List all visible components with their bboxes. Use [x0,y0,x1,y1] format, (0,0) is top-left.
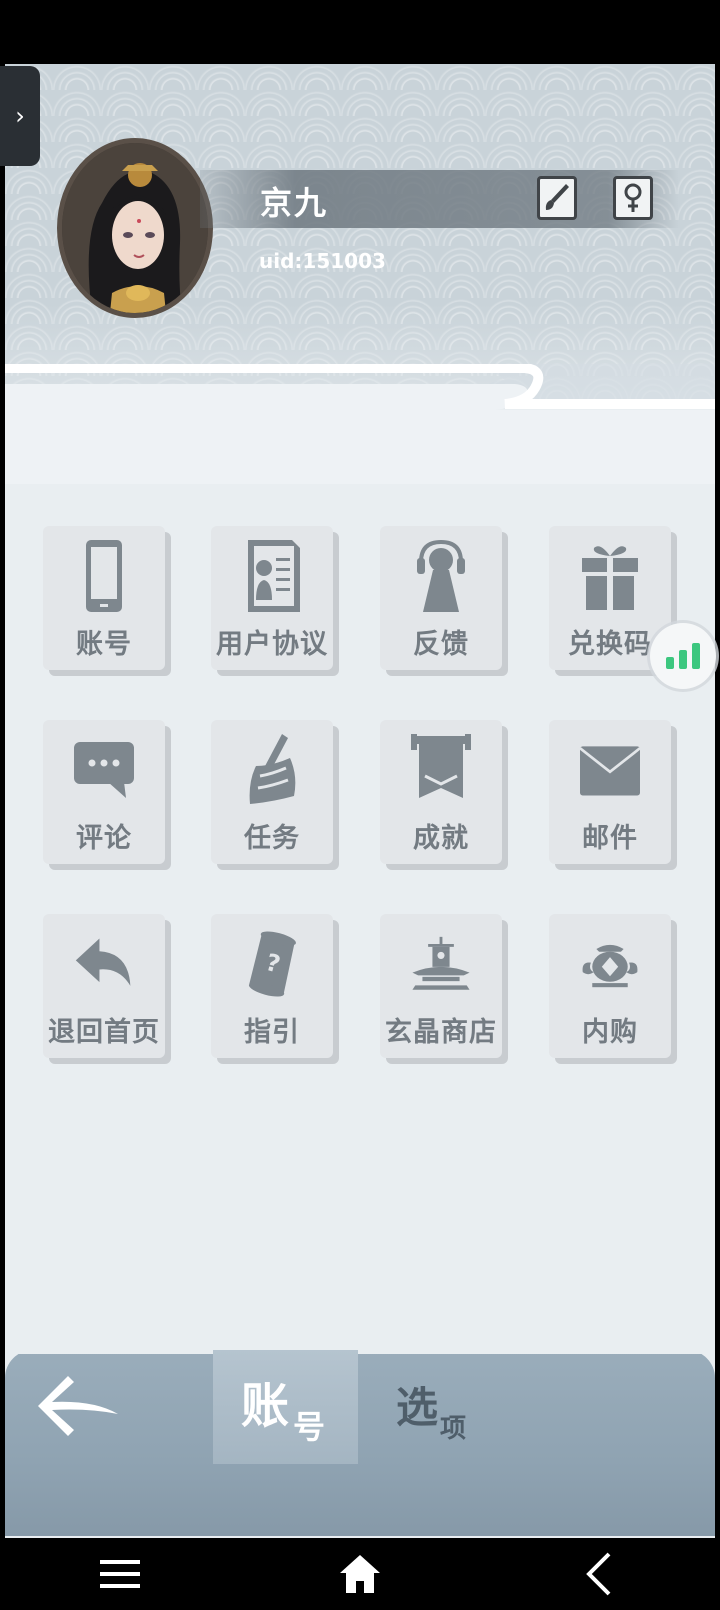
tab-options-char2: 项 [440,1414,467,1444]
back-arrow-icon[interactable] [34,1370,124,1442]
menu-tile-in-app-purchase[interactable]: 内购 [549,914,677,1064]
scroll-brush-icon [242,732,302,808]
tab-account-char2: 号 [293,1408,326,1446]
menu-lines-icon [100,1560,140,1588]
tile-label: 玄晶商店 [385,1017,497,1048]
user-name: 京九 [260,184,329,222]
menu-tile-account[interactable]: 账号 [43,526,171,676]
tile-label: 邮件 [582,823,638,854]
chevron-right-icon: › [15,102,25,130]
document-icon [242,538,302,614]
home-button[interactable] [330,1548,390,1600]
user-uid: uid:151003 [259,249,386,273]
menu-tile-mail[interactable]: 邮件 [549,720,677,870]
expand-sidebar-button[interactable]: › [0,66,40,166]
menu-tile-crystal-shop[interactable]: 玄晶商店 [380,914,508,1064]
menu-tile-return-home[interactable]: 退回首页 [43,914,171,1064]
tile-label: 成就 [413,823,469,854]
floating-network-button[interactable] [650,623,716,689]
female-symbol-icon [624,183,642,212]
tile-label: 指引 [244,1017,300,1048]
gift-icon [580,538,640,614]
brush-icon [545,184,569,210]
home-icon [340,1555,380,1593]
cloud-divider [5,364,715,484]
recent-apps-button[interactable] [90,1548,150,1600]
tab-account-char1: 账 [241,1378,290,1434]
edit-profile-button[interactable] [537,176,577,220]
signal-bars-icon [666,643,700,669]
avatar[interactable] [57,138,213,318]
envelope-icon [580,732,640,808]
menu-tile-achievements[interactable]: 成就 [380,720,508,870]
tab-options[interactable]: 选 项 [372,1350,517,1464]
ornament-coin-icon [580,926,640,1002]
menu-tile-tasks[interactable]: 任务 [211,720,339,870]
bottom-bar-edge [5,1340,715,1354]
status-bar [0,0,720,64]
tab-options-char1: 选 [396,1383,439,1432]
menu-tile-user-agreement[interactable]: 用户协议 [211,526,339,676]
tab-account[interactable]: 账 号 [213,1350,358,1464]
tile-label: 反馈 [413,629,469,660]
menu-tile-comments[interactable]: 评论 [43,720,171,870]
back-button[interactable] [570,1548,630,1600]
tile-label: 退回首页 [48,1017,160,1048]
gender-button[interactable] [613,176,653,220]
question-scroll-icon: ? [242,926,302,1002]
menu-tile-feedback[interactable]: 反馈 [380,526,508,676]
tile-label: 评论 [76,823,132,854]
headset-icon [411,538,471,614]
banner-icon [411,732,471,808]
tile-label: 账号 [76,629,132,660]
tile-label: 任务 [244,823,300,854]
menu-tile-guide[interactable]: ? 指引 [211,914,339,1064]
return-arrow-icon [74,926,134,1002]
phone-icon [74,538,134,614]
chat-bubble-icon [74,732,134,808]
tile-label: 用户协议 [216,629,328,660]
pavilion-icon [411,926,471,1002]
character-portrait-icon [62,143,208,313]
system-nav-bar [0,1538,720,1610]
chevron-left-icon [586,1552,611,1596]
tile-label: 内购 [582,1017,638,1048]
